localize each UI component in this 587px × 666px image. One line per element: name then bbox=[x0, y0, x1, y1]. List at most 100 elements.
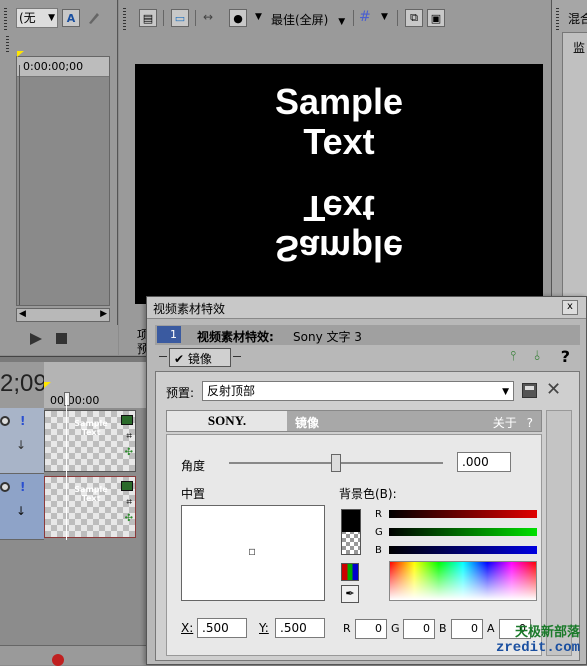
mirror-line1: Text bbox=[303, 188, 375, 229]
solo-icon[interactable]: ! bbox=[20, 414, 25, 428]
rgba-g-input[interactable]: 0 bbox=[403, 619, 435, 639]
monitor-icon[interactable]: ▭ bbox=[171, 9, 189, 27]
bgcolor-swatch[interactable] bbox=[341, 509, 361, 555]
left-panel: (无 ▼ A 0:00:00;00 ◀ ▶ bbox=[0, 0, 118, 330]
fx-header-value: Sony 文字 3 bbox=[293, 330, 362, 344]
timeline-empty bbox=[0, 540, 148, 645]
angle-slider-thumb[interactable] bbox=[331, 454, 341, 472]
rgba-r-label: R bbox=[343, 622, 351, 635]
hue-spectrum[interactable] bbox=[389, 561, 537, 601]
preset-value: 反射顶部 bbox=[207, 384, 256, 398]
track-arrow-icon[interactable]: ↓ bbox=[16, 504, 26, 518]
video-fx-dialog: 视频素材特效 x 1 视频素材特效: Sony 文字 3 ✔ 镜像 ⫯ ⫰ ? … bbox=[146, 296, 587, 665]
trim-area[interactable]: 0:00:00;00 bbox=[16, 51, 110, 306]
b-channel-slider[interactable] bbox=[389, 546, 537, 554]
grip-2 bbox=[6, 36, 9, 52]
split-icon[interactable]: ↔ bbox=[203, 10, 213, 24]
checkbox-check-icon[interactable]: ✔ bbox=[174, 352, 184, 366]
crop-icon[interactable]: ⌗ bbox=[126, 497, 132, 508]
quality-dropdown[interactable]: 最佳(全屏) ▼ bbox=[271, 11, 345, 28]
center-marker-icon[interactable]: ▫ bbox=[248, 544, 256, 558]
ruler-time: 00:00:00 bbox=[50, 394, 100, 407]
color-palette-icon[interactable] bbox=[341, 563, 359, 581]
clip-fx-icon[interactable] bbox=[121, 415, 133, 425]
playhead-handle[interactable] bbox=[64, 392, 70, 406]
dialog-title-bar[interactable]: 视频素材特效 x bbox=[147, 297, 586, 319]
preview-props-icon[interactable]: ▤ bbox=[139, 9, 157, 27]
monitor-tab[interactable]: 监 bbox=[573, 39, 585, 56]
angle-label: 角度 bbox=[181, 459, 206, 473]
solo-icon[interactable]: ! bbox=[20, 480, 25, 494]
overlay-dropdown-icon[interactable]: ▼ bbox=[255, 12, 262, 22]
center-label: 中置 bbox=[181, 487, 206, 501]
track-arrow-icon[interactable]: ↓ bbox=[16, 438, 26, 452]
x-input[interactable]: .500 bbox=[197, 618, 247, 638]
center-picker[interactable]: ▫ bbox=[181, 505, 325, 601]
save-preset-icon[interactable] bbox=[522, 383, 537, 398]
preset-dropdown[interactable]: 反射顶部 ▼ bbox=[202, 381, 514, 401]
mute-icon[interactable] bbox=[0, 482, 10, 492]
watermark-line1: 天极新部落 bbox=[514, 625, 580, 640]
bgcolor-label: 背景色(B): bbox=[339, 487, 397, 501]
params-scrollbar[interactable] bbox=[546, 410, 572, 656]
eyedropper-icon[interactable]: ✒ bbox=[341, 585, 359, 603]
clip-title: Sample Text bbox=[74, 419, 108, 437]
dialog-title: 视频素材特效 bbox=[153, 302, 226, 316]
chain-remove-icon[interactable]: ⫰ bbox=[534, 349, 540, 364]
chain-connector-icon bbox=[159, 356, 167, 357]
tab-number[interactable]: 1 bbox=[157, 326, 181, 343]
overlay-icon[interactable]: ● bbox=[229, 9, 247, 27]
save-snapshot-icon[interactable]: ▣ bbox=[427, 9, 445, 27]
track-header-2[interactable]: ! ↓ bbox=[0, 474, 44, 540]
crop-icon[interactable]: ⌗ bbox=[126, 431, 132, 442]
mixer-tab[interactable]: 混合 bbox=[568, 10, 587, 27]
stop-icon[interactable] bbox=[56, 333, 67, 344]
timeline-ruler: 00:00:00 bbox=[44, 362, 148, 408]
pencil-icon[interactable] bbox=[86, 10, 102, 26]
y-input[interactable]: .500 bbox=[275, 618, 325, 638]
trim-scrollbar[interactable]: ◀ ▶ bbox=[16, 308, 110, 322]
watermark: 天极新部落 zredit.com bbox=[470, 621, 580, 656]
rgba-r-input[interactable]: 0 bbox=[355, 619, 387, 639]
angle-slider-track[interactable] bbox=[229, 454, 443, 472]
source-dropdown[interactable]: (无 ▼ bbox=[16, 8, 58, 28]
g-channel-label: G bbox=[375, 527, 383, 538]
fx-chain-row: ✔ 镜像 ⫯ ⫰ ? bbox=[155, 347, 580, 369]
track-header-1[interactable]: ! ↓ bbox=[0, 408, 44, 474]
about-button[interactable]: 关于 ? bbox=[493, 414, 533, 431]
r-channel-slider[interactable] bbox=[389, 510, 537, 518]
grid-dropdown-icon[interactable]: ▼ bbox=[381, 12, 388, 22]
pan-icon[interactable]: ✣ bbox=[125, 447, 133, 458]
plugin-banner: SONY. 镜像 关于 ? bbox=[166, 410, 542, 432]
event-clip-1[interactable]: Sample Text ⌗ ✣ bbox=[44, 410, 136, 472]
text-tool-icon[interactable]: A bbox=[62, 9, 80, 27]
grid-icon[interactable]: # bbox=[359, 9, 371, 25]
mute-icon[interactable] bbox=[0, 416, 10, 426]
angle-input[interactable]: .000 bbox=[457, 452, 511, 472]
copy-snapshot-icon[interactable]: ⧉ bbox=[405, 9, 423, 27]
pan-icon[interactable]: ✣ bbox=[125, 513, 133, 524]
event-clip-2[interactable]: Sample Text ⌗ ✣ bbox=[44, 476, 136, 538]
sony-logo: SONY. bbox=[167, 411, 287, 431]
r-channel-label: R bbox=[375, 509, 382, 520]
record-icon[interactable] bbox=[52, 654, 64, 666]
scroll-left-icon: ◀ bbox=[19, 309, 26, 319]
watermark-line2: zredit.com bbox=[495, 640, 580, 656]
close-icon: x bbox=[567, 301, 573, 312]
transport-bar bbox=[0, 325, 118, 355]
y-label: Y: bbox=[259, 621, 269, 635]
delete-preset-icon[interactable]: ✕ bbox=[546, 379, 561, 400]
chain-item-mirror[interactable]: ✔ 镜像 bbox=[169, 348, 231, 367]
preview-text: Sample Text bbox=[135, 82, 543, 162]
clip-fx-icon[interactable] bbox=[121, 481, 133, 491]
close-button[interactable]: x bbox=[562, 300, 578, 315]
fx-header-label: 视频素材特效: bbox=[197, 330, 274, 344]
help-icon[interactable]: ? bbox=[561, 347, 570, 366]
time-display: 2;09 bbox=[0, 370, 47, 397]
mirror-line2: Sample bbox=[274, 228, 404, 269]
timeline-header: 2;09 bbox=[0, 362, 47, 410]
play-icon[interactable] bbox=[30, 333, 42, 345]
chain-add-icon[interactable]: ⫯ bbox=[510, 349, 516, 364]
g-channel-slider[interactable] bbox=[389, 528, 537, 536]
rgba-g-label: G bbox=[391, 622, 400, 635]
